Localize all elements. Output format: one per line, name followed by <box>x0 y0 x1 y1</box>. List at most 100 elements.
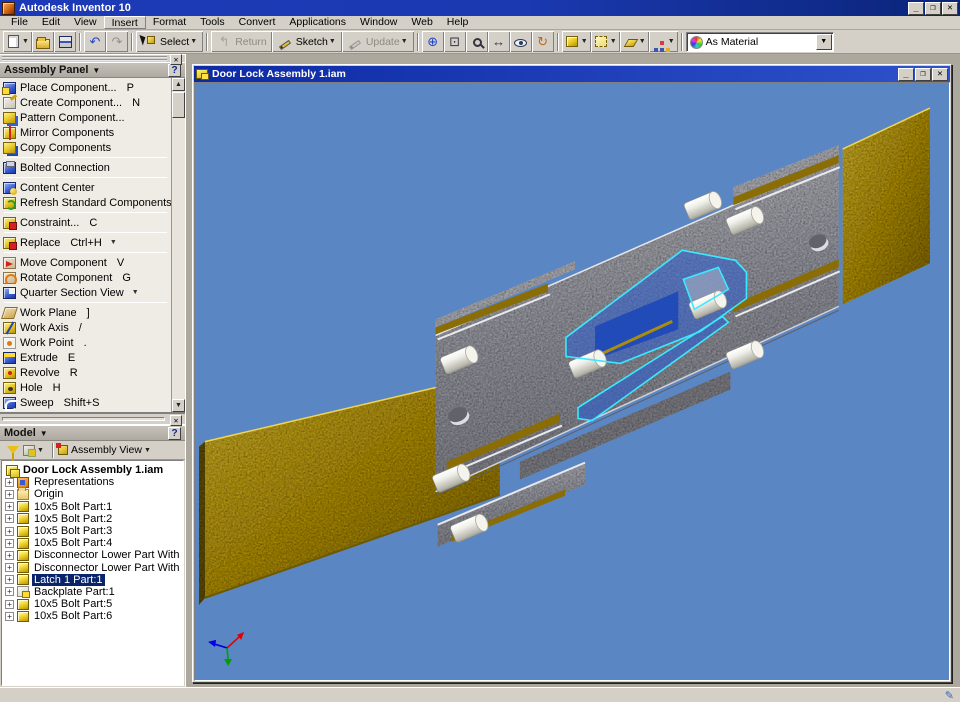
tree-node-Origin[interactable]: + Origin <box>4 488 183 500</box>
zoom-window-button[interactable]: ⊡ <box>444 31 466 52</box>
grip-track[interactable] <box>2 417 165 421</box>
tree-node-10x5 Bolt Part:1[interactable]: + 10x5 Bolt Part:1 <box>4 501 183 513</box>
quarter-section-button[interactable]: ▼ <box>620 31 649 52</box>
tree-node-Door Lock Assembly 1.iam[interactable]: + Door Lock Assembly 1.iam <box>4 464 183 476</box>
panel-item-Work Axis[interactable]: Work Axis / ▼ <box>0 320 171 335</box>
tree-node-Disconnector Lower Part With Holes:2[interactable]: + Disconnector Lower Part With Holes:2 <box>4 562 183 574</box>
menu-Applications[interactable]: Applications <box>282 16 353 29</box>
panel-item-Quarter Section View[interactable]: Quarter Section View ▼ <box>0 285 171 300</box>
panel-item-Content Center[interactable]: Content Center ▼ <box>0 180 171 195</box>
redo-button[interactable]: ↷ <box>106 31 128 52</box>
panel-item-Pattern Component...[interactable]: Pattern Component... ▼ <box>0 110 171 125</box>
tree-node-Disconnector Lower Part With Holes:1[interactable]: + Disconnector Lower Part With Holes:1 <box>4 549 183 561</box>
menu-Window[interactable]: Window <box>353 16 404 29</box>
save-button[interactable] <box>54 31 76 52</box>
panel-switch-caret-icon[interactable]: ▼ <box>92 66 100 75</box>
expand-icon[interactable]: + <box>5 490 14 499</box>
hidden-edge-display-button[interactable]: ▼ <box>591 31 620 52</box>
new-button[interactable]: ▼ <box>3 31 32 52</box>
doc-minimize-button[interactable]: _ <box>898 68 914 81</box>
expand-icon[interactable]: + <box>5 551 14 560</box>
graphics-viewport[interactable] <box>194 82 950 681</box>
tree-node-Backplate Part:1[interactable]: + Backplate Part:1 <box>4 586 183 598</box>
zoom-all-button[interactable]: ⊕ <box>422 31 444 52</box>
return-button[interactable]: ↰ Return <box>211 31 272 52</box>
pan-button[interactable]: ↔ <box>488 31 510 52</box>
panel-item-Create Component...[interactable]: Create Component... N ▼ <box>0 95 171 110</box>
filter-icon[interactable] <box>7 446 19 454</box>
restore-button[interactable]: ❐ <box>925 2 941 15</box>
assembly-panel-grip[interactable]: ✕ <box>0 54 185 62</box>
tree-options-dropdown-icon[interactable]: ▼ <box>37 447 44 454</box>
panel-item-Sweep[interactable]: Sweep Shift+S ▼ <box>0 395 171 410</box>
menu-Insert[interactable]: Insert <box>104 16 146 29</box>
menu-Format[interactable]: Format <box>146 16 193 29</box>
panel-item-Extrude[interactable]: Extrude E ▼ <box>0 350 171 365</box>
model-panel-help-button[interactable]: ? <box>168 427 181 440</box>
assembly-view-selector[interactable]: Assembly View <box>71 444 142 456</box>
component-opacity-button[interactable]: ▼ <box>649 31 678 52</box>
open-button[interactable] <box>32 31 54 52</box>
panel-item-Refresh Standard Components[interactable]: Refresh Standard Components ▼ <box>0 195 171 210</box>
panel-item-Rotate Component[interactable]: Rotate Component G ▼ <box>0 270 171 285</box>
menu-Web[interactable]: Web <box>404 16 439 29</box>
panel-item-Replace[interactable]: Replace Ctrl+H ▼ <box>0 235 171 250</box>
item-dropdown-icon[interactable]: ▼ <box>110 239 117 246</box>
shaded-display-button[interactable]: ▼ <box>562 31 591 52</box>
expand-icon[interactable]: + <box>5 502 14 511</box>
look-at-button[interactable] <box>510 31 532 52</box>
assembly-panel-help-button[interactable]: ? <box>168 64 181 77</box>
expand-icon[interactable]: + <box>5 575 14 584</box>
expand-icon[interactable]: + <box>5 600 14 609</box>
document-titlebar[interactable]: Door Lock Assembly 1.iam _ ❐ ✕ <box>194 66 950 82</box>
scroll-down-button[interactable]: ▼ <box>172 399 185 412</box>
close-button[interactable]: ✕ <box>942 2 958 15</box>
model-panel-header[interactable]: Model ▼ ? <box>0 425 185 441</box>
document-window[interactable]: Door Lock Assembly 1.iam _ ❐ ✕ <box>192 64 952 683</box>
model-panel-close-button[interactable]: ✕ <box>170 415 182 426</box>
assembly-panel-close-button[interactable]: ✕ <box>170 54 182 65</box>
expand-icon[interactable]: + <box>5 514 14 523</box>
expand-icon[interactable]: + <box>5 478 14 487</box>
panel-item-Bolted Connection[interactable]: Bolted Connection ▼ <box>0 160 171 175</box>
expand-icon[interactable]: + <box>5 563 14 572</box>
menu-File[interactable]: File <box>4 16 35 29</box>
panel-item-Work Point[interactable]: Work Point . ▼ <box>0 335 171 350</box>
panel-item-Revolve[interactable]: Revolve R ▼ <box>0 365 171 380</box>
panel-item-Hole[interactable]: Hole H ▼ <box>0 380 171 395</box>
scroll-thumb[interactable] <box>172 92 185 118</box>
assembly-view-dropdown-icon[interactable]: ▼ <box>144 447 151 454</box>
tree-node-Latch 1 Part:1[interactable]: + Latch 1 Part:1 <box>4 574 183 586</box>
expand-icon[interactable]: + <box>5 527 14 536</box>
scroll-up-button[interactable]: ▲ <box>172 78 185 91</box>
rotate-button[interactable]: ↻ <box>532 31 554 52</box>
doc-close-button[interactable]: ✕ <box>932 68 948 81</box>
menu-Edit[interactable]: Edit <box>35 16 67 29</box>
panel-item-Constraint...[interactable]: Constraint... C ▼ <box>0 215 171 230</box>
color-override-combo[interactable]: As Material ▼ <box>686 32 834 52</box>
expand-icon[interactable]: + <box>5 587 14 596</box>
panel-item-Move Component[interactable]: Move Component V ▼ <box>0 255 171 270</box>
panel-switch-caret-icon[interactable]: ▼ <box>40 429 48 438</box>
zoom-button[interactable] <box>466 31 488 52</box>
doc-restore-button[interactable]: ❐ <box>915 68 931 81</box>
item-dropdown-icon[interactable]: ▼ <box>132 289 139 296</box>
select-button[interactable]: Select ▼ <box>136 31 203 52</box>
expand-icon[interactable]: + <box>5 539 14 548</box>
tree-node-10x5 Bolt Part:4[interactable]: + 10x5 Bolt Part:4 <box>4 537 183 549</box>
minimize-button[interactable]: _ <box>908 2 924 15</box>
tree-node-10x5 Bolt Part:2[interactable]: + 10x5 Bolt Part:2 <box>4 513 183 525</box>
model-panel-grip[interactable]: ✕ <box>0 413 185 425</box>
3d-scene[interactable] <box>195 83 949 680</box>
model-browser-tree[interactable]: + Door Lock Assembly 1.iam + Representat… <box>1 460 184 686</box>
assembly-panel-header[interactable]: Assembly Panel ▼ ? <box>0 62 185 78</box>
tree-node-Representations[interactable]: + Representations <box>4 476 183 488</box>
menu-View[interactable]: View <box>67 16 104 29</box>
expand-icon[interactable]: + <box>5 612 14 621</box>
tree-node-10x5 Bolt Part:5[interactable]: + 10x5 Bolt Part:5 <box>4 598 183 610</box>
menu-Help[interactable]: Help <box>440 16 476 29</box>
assembly-panel-scrollbar[interactable]: ▲ ▼ <box>171 78 185 412</box>
panel-item-Work Plane[interactable]: Work Plane ] ▼ <box>0 305 171 320</box>
tree-node-10x5 Bolt Part:3[interactable]: + 10x5 Bolt Part:3 <box>4 525 183 537</box>
undo-button[interactable]: ↶ <box>84 31 106 52</box>
